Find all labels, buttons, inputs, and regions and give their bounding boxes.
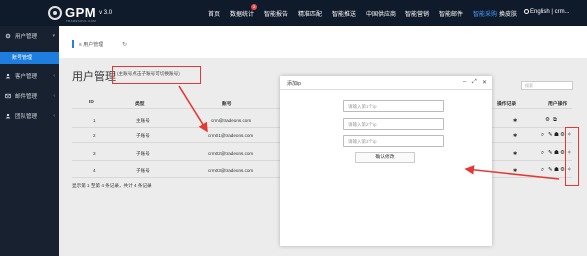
- edit-icon[interactable]: ✎: [548, 150, 553, 156]
- sidebar-item-label: 邮件管理: [15, 94, 38, 100]
- minimize-icon[interactable]: –: [463, 79, 466, 85]
- ip-input-2[interactable]: [343, 118, 444, 130]
- cell-account[interactable]: crm03@tradeons.com: [208, 168, 253, 173]
- search-input[interactable]: 搜索: [521, 81, 573, 90]
- switch-skin[interactable]: 换皮肤: [499, 9, 517, 18]
- record-icon[interactable]: ✱: [513, 133, 517, 139]
- nav-precise-match[interactable]: 精准匹配: [298, 9, 322, 18]
- logo[interactable]: GPM v 3.0: [48, 5, 112, 20]
- nav-smart-push[interactable]: 智能推送: [332, 9, 356, 18]
- settings-icon[interactable]: ⚙: [545, 117, 550, 123]
- cell-type: 主账号: [136, 118, 150, 123]
- nav-china-supplier[interactable]: 中国供应商: [366, 9, 396, 18]
- column-header-account: 账号: [222, 102, 232, 107]
- record-icon[interactable]: ✱: [513, 118, 517, 124]
- search-icon[interactable]: ⌕: [541, 132, 544, 139]
- refresh-icon[interactable]: ↻: [122, 41, 127, 48]
- close-icon[interactable]: ✕: [482, 79, 487, 86]
- nav-smart-marketing[interactable]: 智能营销: [405, 9, 429, 18]
- add-ip-dialog: 添加ip – ⤢ ✕ 确认修改: [280, 76, 492, 246]
- dialog-header: 添加ip – ⤢ ✕: [280, 76, 492, 90]
- sidebar-item-label: 客户管理: [15, 74, 38, 80]
- sidebar-item-customer-management[interactable]: 客户管理 ‹: [0, 68, 59, 84]
- column-header-actions: 用户操作: [548, 102, 568, 107]
- mail-icon: [5, 93, 11, 99]
- breadcrumb[interactable]: ≡ 用户管理: [79, 41, 103, 48]
- language-user-menu[interactable]: English | crm...: [524, 9, 570, 15]
- gear-icon: [5, 33, 11, 39]
- annotation-box-actions: [565, 127, 579, 186]
- cell-id: 3: [93, 151, 96, 156]
- ip-input-1[interactable]: [343, 100, 444, 112]
- column-header-id: ID: [89, 100, 94, 105]
- nav-smart-mail[interactable]: 智能邮件: [439, 9, 463, 18]
- breadcrumb-bar: ≡ 用户管理 ↻: [59, 26, 587, 58]
- cell-type: 子账号: [136, 151, 150, 156]
- cell-account[interactable]: crm02@tradeons.com: [208, 151, 253, 156]
- chevron-left-icon: ‹: [53, 113, 55, 119]
- sidebar-subitem-account-management[interactable]: 账号管理: [0, 52, 59, 64]
- column-header-type: 类型: [135, 102, 145, 107]
- maximize-icon[interactable]: ⤢: [472, 79, 477, 86]
- nav-smart-report[interactable]: 智能报告: [264, 9, 288, 18]
- sidebar-item-mail-management[interactable]: 邮件管理 ‹: [0, 88, 59, 104]
- search-icon[interactable]: ⌕: [541, 167, 544, 174]
- edit-icon[interactable]: ✎: [548, 132, 553, 138]
- globe-icon: [524, 9, 529, 14]
- user-icon[interactable]: ☗: [554, 150, 559, 156]
- cell-id: 1: [93, 118, 96, 123]
- edit-icon[interactable]: ✎: [548, 167, 553, 173]
- version-label: v 3.0: [99, 9, 113, 16]
- nav-smart-purchase[interactable]: 智能采购: [473, 9, 497, 18]
- user-icon[interactable]: ☗: [554, 132, 559, 138]
- user-label: crm...: [554, 9, 570, 15]
- page-title: 用户管理: [72, 71, 116, 83]
- sidebar-item-team-management[interactable]: 团队管理 ‹: [0, 108, 59, 124]
- breadcrumb-accent: [72, 40, 74, 48]
- cell-id: 2: [93, 133, 96, 138]
- sidebar-item-label: 团队管理: [15, 114, 38, 120]
- page-hint: (主账号点击子账号可切换账号): [117, 71, 180, 76]
- cell-id: 4: [93, 168, 96, 173]
- nav-data-stats-label: 数据统计: [230, 12, 255, 18]
- logo-subtitle: TRADESOUL.COM: [66, 19, 97, 23]
- cell-type: 子账号: [136, 133, 150, 138]
- copy-icon[interactable]: ⧉: [553, 117, 557, 124]
- gpm-logo-icon: [48, 5, 62, 20]
- chevron-left-icon: ‹: [53, 73, 55, 79]
- sidebar-item-label: 用户管理: [15, 34, 38, 40]
- top-navbar: GPM v 3.0 TRADESOUL.COM 首页 数据统计 3 智能报告 精…: [0, 0, 587, 26]
- nav-data-stats[interactable]: 数据统计 3: [230, 4, 258, 18]
- cell-account[interactable]: crm01@tradeons.com: [208, 133, 253, 138]
- pagination-info: 显示第 1 至第 4 条记录，共计 4 条记录: [72, 183, 152, 188]
- sidebar-item-user-management[interactable]: 用户管理 ▾: [0, 28, 59, 44]
- ip-input-3[interactable]: [343, 135, 444, 147]
- logo-text: GPM: [65, 5, 97, 20]
- dialog-title: 添加ip: [287, 81, 301, 87]
- user-icon[interactable]: ☗: [554, 167, 559, 173]
- cell-type: 子账号: [136, 168, 150, 173]
- cell-account[interactable]: crm@tradeons.com: [211, 118, 251, 123]
- chevron-left-icon: ‹: [53, 93, 55, 99]
- record-icon[interactable]: ✱: [513, 151, 517, 157]
- record-icon[interactable]: ✱: [513, 168, 517, 174]
- team-icon: [5, 113, 11, 119]
- language-label: English: [530, 9, 550, 15]
- chevron-down-icon: ▾: [52, 33, 55, 39]
- search-icon[interactable]: ⌕: [541, 150, 544, 157]
- column-header-records: 操作记录: [497, 102, 517, 107]
- notification-badge: 3: [251, 4, 258, 10]
- user-icon: [5, 73, 11, 79]
- nav-home[interactable]: 首页: [208, 9, 220, 18]
- sidebar: 用户管理 ▾ 账号管理 客户管理 ‹ 邮件管理 ‹ 团队管理 ‹: [0, 26, 59, 256]
- confirm-button[interactable]: 确认修改: [355, 152, 415, 163]
